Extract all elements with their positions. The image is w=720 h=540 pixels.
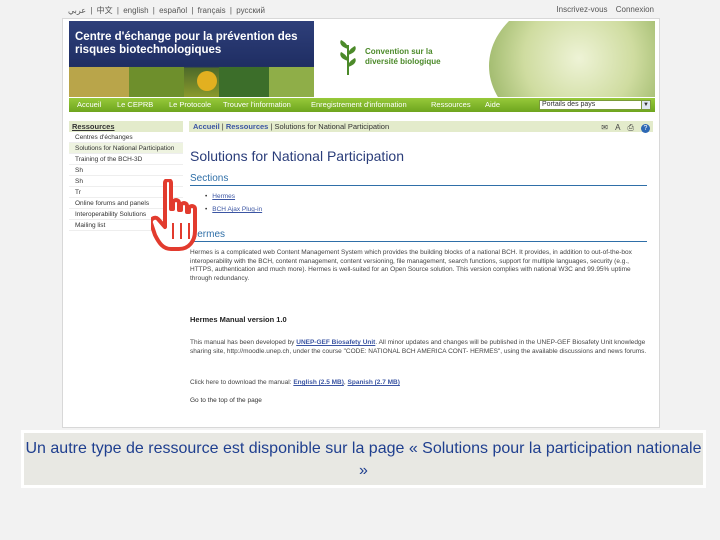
breadcrumb-current: Solutions for National Participation [274,122,390,131]
sidebar-header[interactable]: Ressources [69,121,183,132]
lang-separator: | [152,6,155,15]
help-icon[interactable]: ? [641,124,650,133]
email-icon[interactable]: ✉ [601,122,608,133]
lang-spanish[interactable]: español [159,6,187,15]
chevron-down-icon[interactable]: ▼ [641,101,650,109]
download-spanish-link[interactable]: Spanish (2.7 MB) [348,379,400,386]
main-menu: Accueil Le CEPRB Le Protocole Trouver l'… [69,98,655,112]
sidebar-item-clearing-houses[interactable]: Centres d'échanges [69,132,183,143]
breadcrumb-home[interactable]: Accueil [193,122,220,131]
menu-help[interactable]: Aide [485,100,500,109]
banner-photo-strip: Centre d'échange pour la prévention des … [69,21,314,97]
menu-find-information[interactable]: Trouver l'information [223,100,291,109]
hermes-description: Hermes is a complicated web Content Mana… [190,249,632,282]
page-tools: ✉ A ⎙ ? [596,122,650,133]
lang-french[interactable]: français [198,6,226,15]
download-line: Click here to download the manual: Engli… [190,379,400,386]
breadcrumb-separator: | [270,122,273,131]
section-link-ajax-plugin[interactable]: BCH Ajax Plug-in [205,206,262,213]
crops-image [69,67,314,97]
lang-separator: | [90,6,93,15]
language-bar: عربي | 中文 | english | español | français… [62,0,660,18]
slide: عربي | 中文 | english | español | français… [0,0,720,540]
slide-caption: Un autre type de ressource est disponibl… [21,430,706,488]
breadcrumb: Accueil | Ressources | Solutions for Nat… [189,121,653,133]
sidebar-item-training[interactable]: Training of the BCH-3D [69,154,183,165]
top-of-page-link[interactable]: Go to the top of the page [190,397,650,406]
menu-home[interactable]: Accueil [77,100,101,109]
menu-resources[interactable]: Ressources [431,100,471,109]
cbd-leaf-logo-icon [340,40,356,75]
breadcrumb-separator: | [221,122,224,131]
sidebar-item-partial-1[interactable]: Sh [69,165,183,176]
hermes-heading: Hermes [190,229,647,242]
lang-chinese[interactable]: 中文 [97,6,113,15]
lang-russian[interactable]: русский [236,6,265,15]
site-banner: Centre d'échange pour la prévention des … [69,21,655,97]
lang-separator: | [116,6,119,15]
lang-separator: | [191,6,194,15]
sidebar-item-national-participation[interactable]: Solutions for National Participation [69,143,183,154]
country-portals-select[interactable]: Portails des pays ▼ [539,100,651,110]
account-links: Inscrivez-vous Connexion [550,5,654,14]
hand-pointer-icon [151,179,197,251]
site-title: Centre d'échange pour la prévention des … [75,31,298,56]
register-link[interactable]: Inscrivez-vous [556,5,607,14]
print-icon[interactable]: ⎙ [628,122,634,133]
caption-text: Un autre type de ressource est disponibl… [25,440,702,479]
lang-english[interactable]: english [123,6,148,15]
website-frame: Centre d'échange pour la prévention des … [62,18,660,428]
download-text: Click here to download the manual: [190,379,292,386]
main-content: Accueil | Ressources | Solutions for Nat… [189,121,653,404]
sections-heading: Sections [190,173,647,186]
download-english-link[interactable]: English (2.5 MB) [293,379,344,386]
manual-heading: Hermes Manual version 1.0 [190,315,287,324]
country-portals-value: Portails des pays [542,101,596,108]
text-size-icon[interactable]: A [615,122,620,133]
lang-arabic[interactable]: عربي [68,6,86,15]
login-link[interactable]: Connexion [616,5,654,14]
section-link-hermes[interactable]: Hermes [205,193,235,200]
menu-bch[interactable]: Le CEPRB [117,100,153,109]
menu-register-information[interactable]: Enregistrement d'information [311,100,407,109]
menu-protocol[interactable]: Le Protocole [169,100,211,109]
lang-separator: | [229,6,232,15]
unep-gef-link[interactable]: UNEP-GEF Biosafety Unit [296,339,375,346]
globe-image [489,21,655,97]
cbd-name: Convention sur la diversité biologique [365,47,441,66]
manual-description: This manual has been developed by UNEP-G… [190,339,650,356]
language-links: عربي | 中文 | english | español | français… [68,5,267,16]
manual-text-start: This manual has been developed by [190,339,295,346]
breadcrumb-resources[interactable]: Ressources [226,122,269,131]
page-title: Solutions for National Participation [190,148,405,164]
